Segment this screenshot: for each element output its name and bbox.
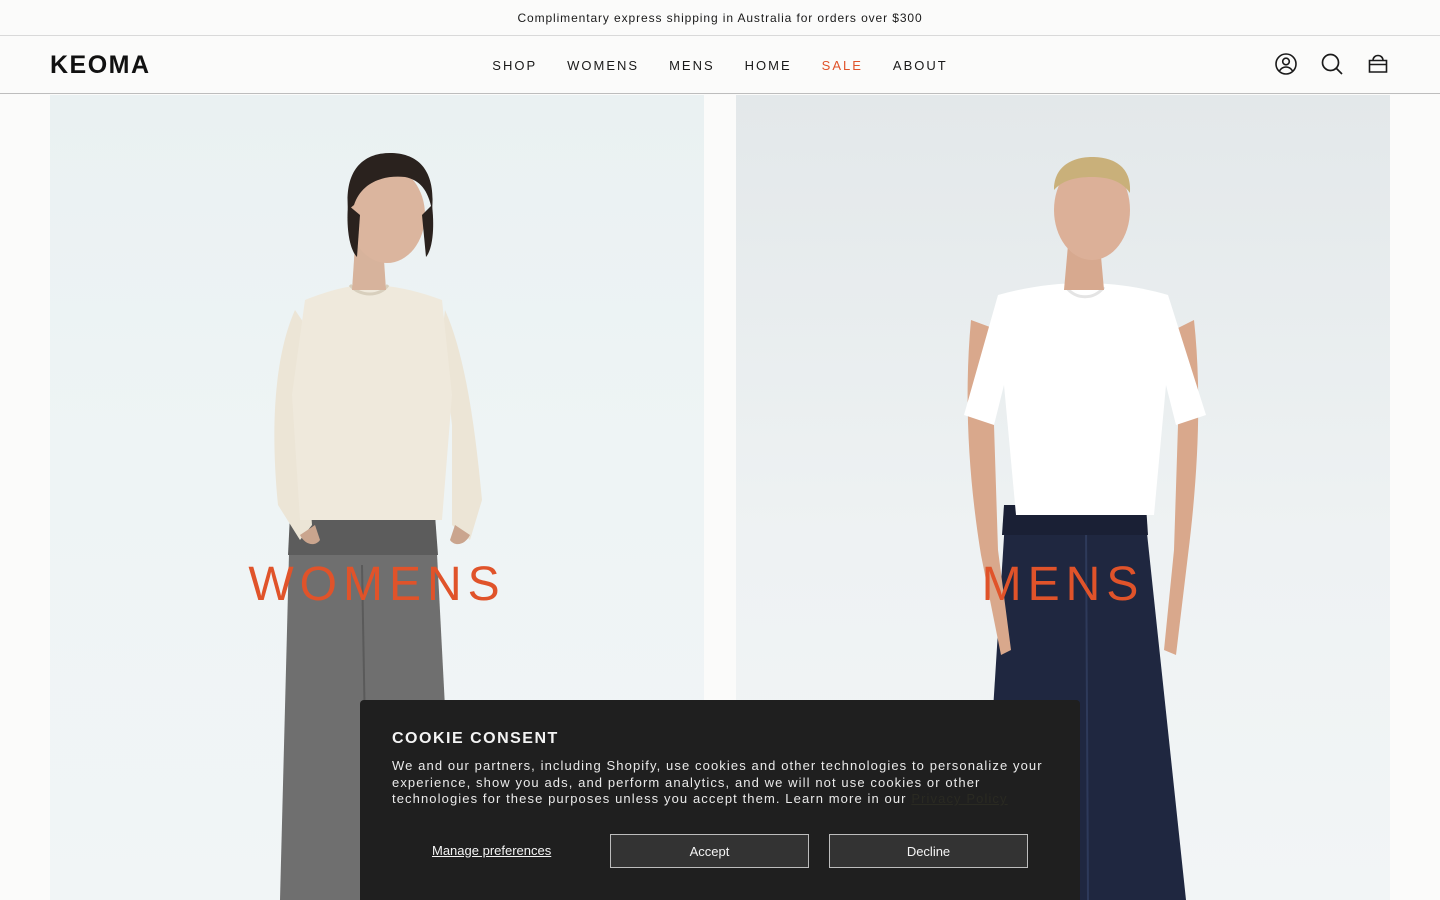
cookie-consent-banner: COOKIE CONSENT We and our partners, incl… bbox=[360, 700, 1080, 900]
womens-title[interactable]: WOMENS bbox=[50, 557, 704, 612]
accept-button[interactable]: Accept bbox=[610, 834, 809, 868]
search-icon[interactable] bbox=[1320, 52, 1344, 76]
nav-shop[interactable]: SHOP bbox=[492, 58, 537, 73]
nav-womens[interactable]: WOMENS bbox=[567, 58, 639, 73]
site-header: KEOMA SHOP WOMENS MENS HOME SALE ABOUT bbox=[0, 36, 1440, 94]
manage-preferences-link[interactable]: Manage preferences bbox=[432, 843, 551, 858]
announcement-bar: Complimentary express shipping in Austra… bbox=[0, 0, 1440, 36]
nav-mens[interactable]: MENS bbox=[669, 58, 715, 73]
logo[interactable]: KEOMA bbox=[50, 51, 151, 80]
decline-button[interactable]: Decline bbox=[829, 834, 1028, 868]
header-icons bbox=[1274, 52, 1390, 76]
account-icon[interactable] bbox=[1274, 52, 1298, 76]
announcement-text: Complimentary express shipping in Austra… bbox=[517, 10, 923, 25]
cookie-body: We and our partners, including Shopify, … bbox=[392, 758, 1048, 808]
nav-home[interactable]: HOME bbox=[745, 58, 792, 73]
mens-title[interactable]: MENS bbox=[736, 557, 1390, 612]
privacy-policy-link[interactable]: Privacy Policy bbox=[911, 791, 1007, 806]
cookie-actions: Manage preferences Accept Decline bbox=[392, 834, 1028, 868]
nav-about[interactable]: ABOUT bbox=[893, 58, 948, 73]
cookie-title: COOKIE CONSENT bbox=[392, 730, 559, 747]
main-nav: SHOP WOMENS MENS HOME SALE ABOUT bbox=[0, 36, 1440, 94]
cart-icon[interactable] bbox=[1366, 52, 1390, 76]
nav-sale[interactable]: SALE bbox=[822, 58, 863, 73]
